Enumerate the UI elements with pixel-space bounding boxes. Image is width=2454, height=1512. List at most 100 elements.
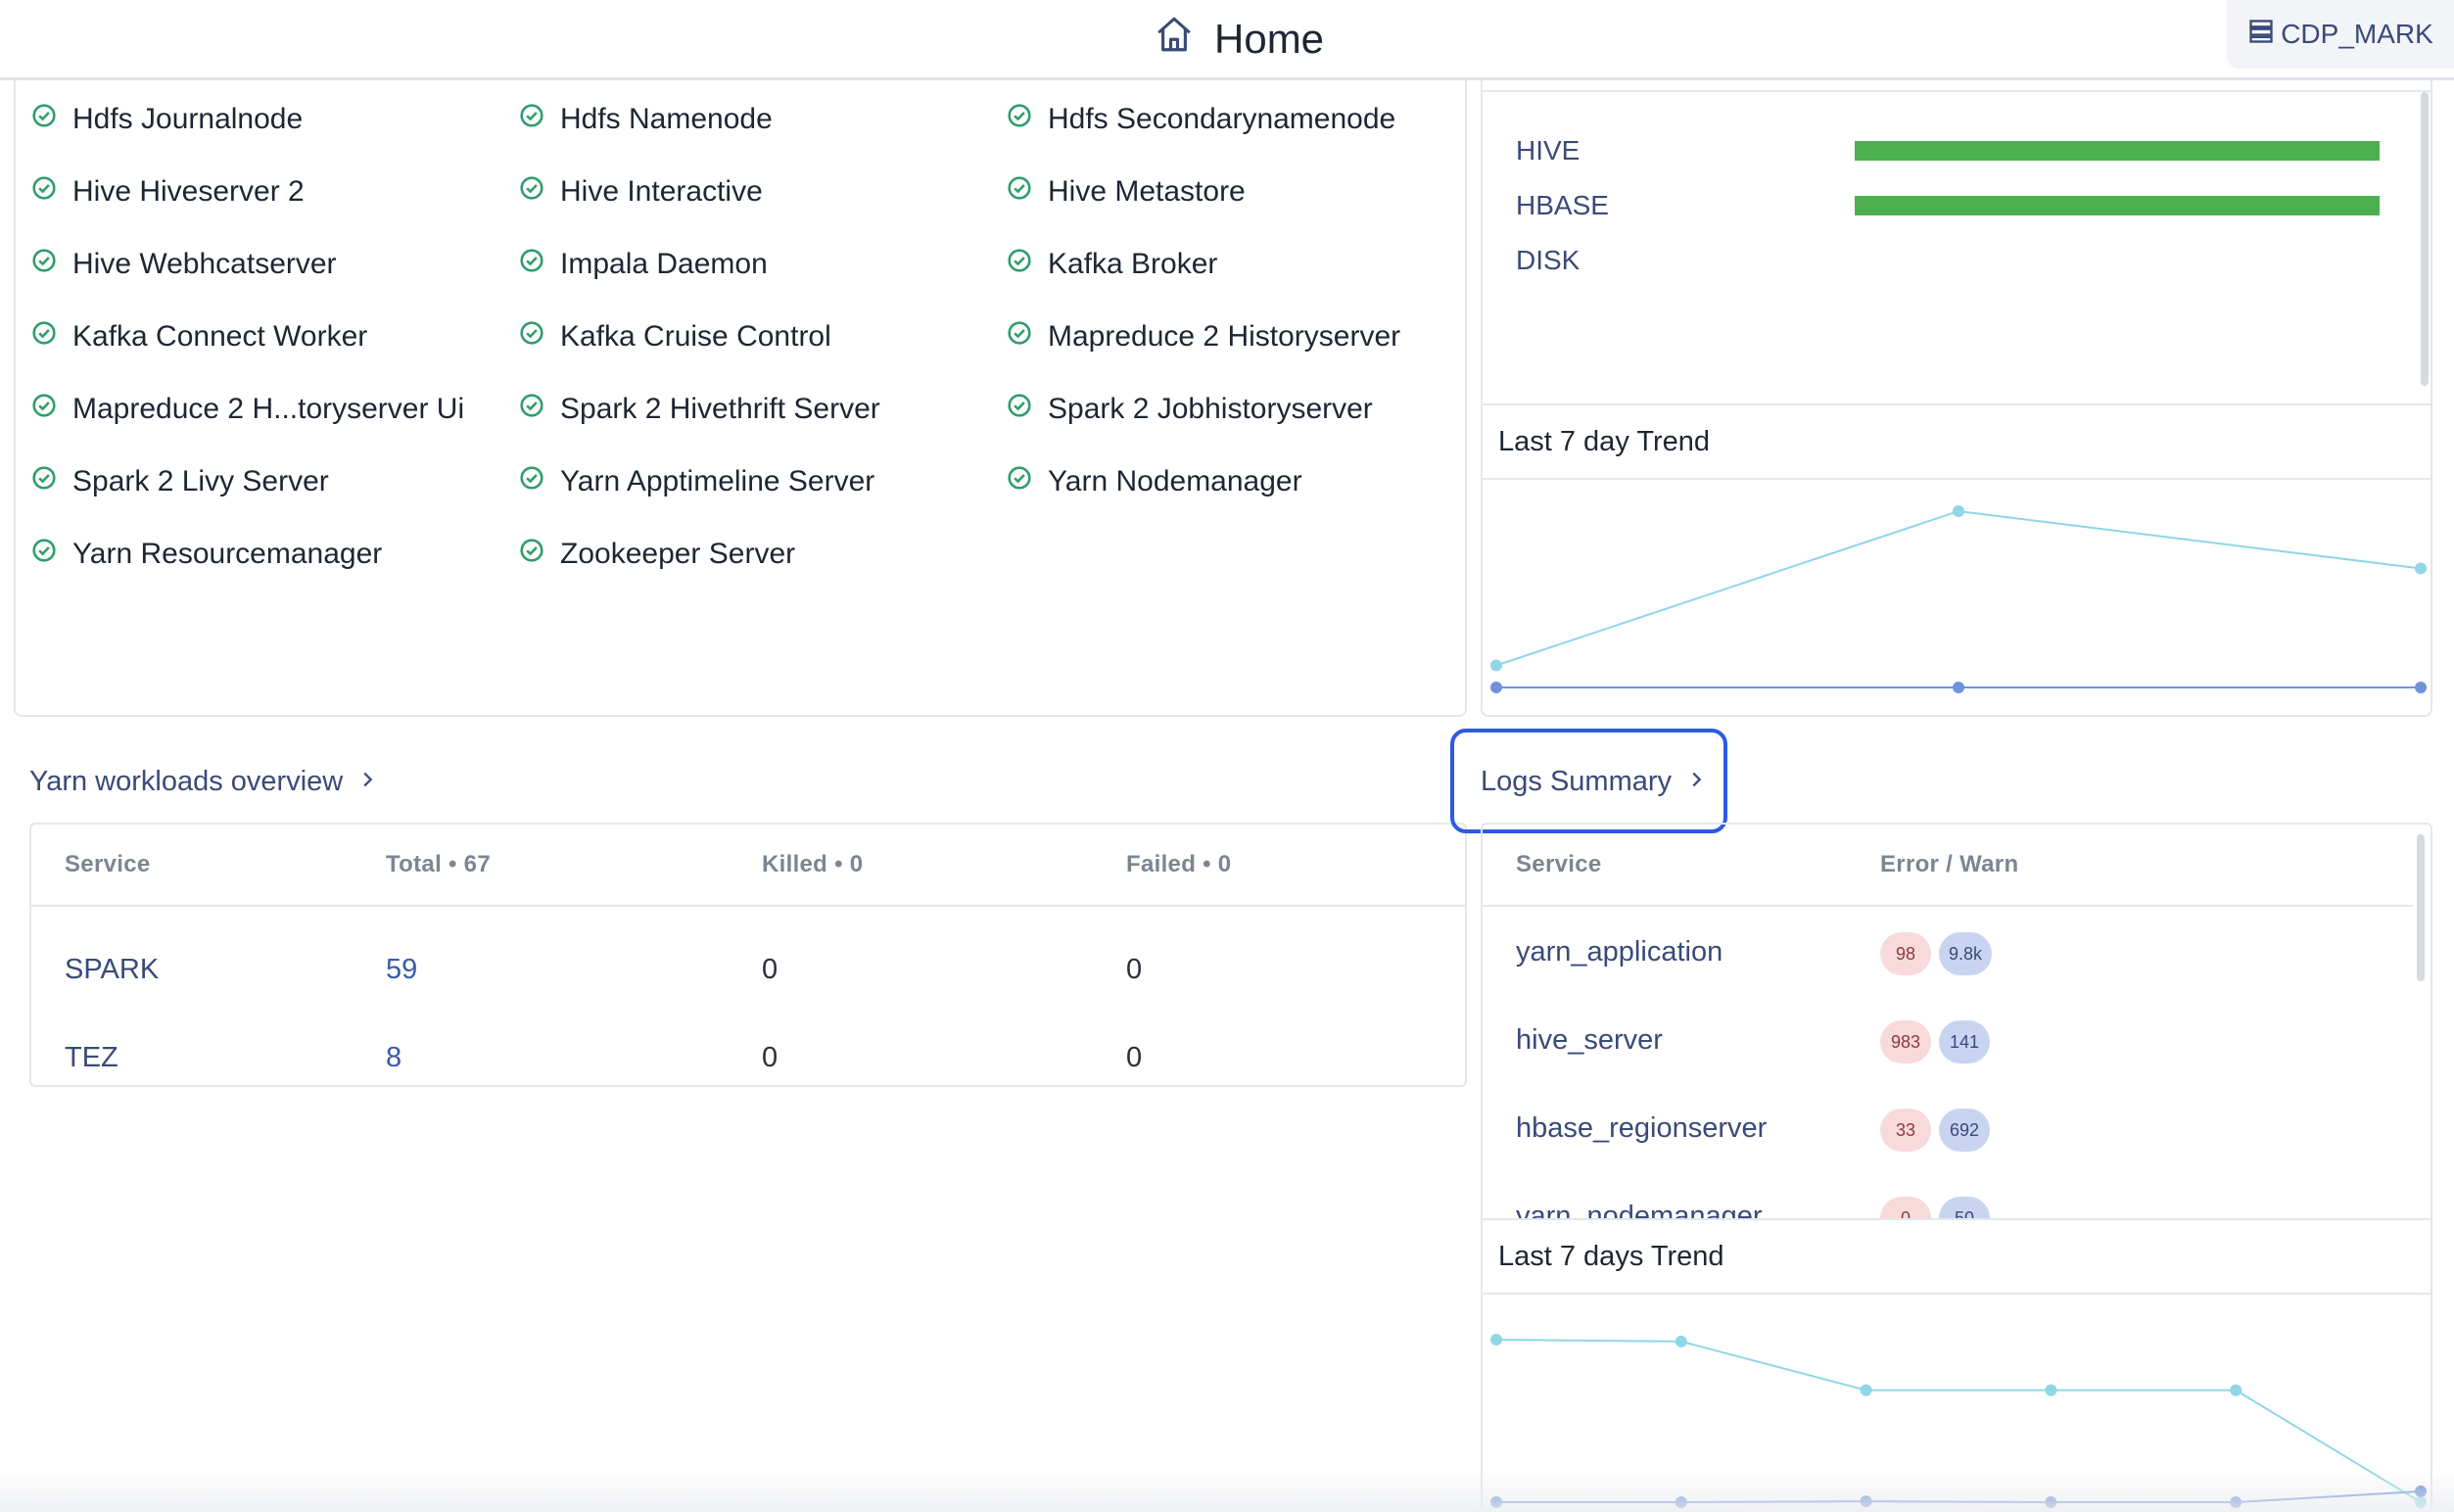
column-header: Total • 67: [386, 851, 491, 877]
service-name: Hdfs Secondarynamenode: [1048, 103, 1396, 135]
service-item[interactable]: Hive Metastore: [1007, 172, 1246, 212]
series-line: [1495, 509, 2422, 667]
data-point[interactable]: [2415, 682, 2427, 693]
warn-count-badge[interactable]: 9.8k: [1939, 932, 1993, 975]
page-title: Home: [1154, 14, 1324, 65]
total-link[interactable]: 8: [386, 1038, 401, 1077]
service-item[interactable]: Hdfs Namenode: [519, 100, 773, 139]
check-circle-icon: [519, 103, 544, 136]
usage-label: HBASE: [1516, 190, 1609, 220]
log-service-link[interactable]: hive_server: [1516, 1020, 1663, 1060]
service-name: Spark 2 Livy Server: [72, 465, 329, 497]
usage-bar: [1855, 141, 2380, 161]
service-name: Hive Webhcatserver: [72, 248, 337, 280]
data-point[interactable]: [1490, 1334, 1502, 1346]
usage-row-hbase: HBASE: [1516, 186, 2380, 225]
error-count-badge[interactable]: 0: [1880, 1197, 1931, 1220]
service-name: Yarn Apptimeline Server: [560, 465, 875, 497]
service-item[interactable]: Hive Hiveserver 2: [31, 172, 305, 212]
service-item[interactable]: Mapreduce 2 H...toryserver Ui: [31, 390, 464, 429]
warn-count-badge[interactable]: 50: [1939, 1197, 1990, 1220]
log-counts: 98 9.8k: [1880, 932, 2000, 975]
check-circle-icon: [1007, 320, 1032, 354]
service-name: Impala Daemon: [560, 248, 768, 280]
service-item[interactable]: Spark 2 Jobhistoryserver: [1007, 390, 1373, 429]
warn-count-badge[interactable]: 692: [1939, 1109, 1990, 1152]
check-circle-icon: [519, 320, 544, 354]
column-header: Failed • 0: [1126, 851, 1232, 877]
service-name: Spark 2 Hivethrift Server: [560, 393, 880, 425]
service-name: Mapreduce 2 H...toryserver Ui: [72, 393, 465, 425]
check-circle-icon: [31, 320, 57, 354]
data-point[interactable]: [2045, 1384, 2057, 1396]
service-health-card: Hdfs Journalnode Hdfs Namenode Hdfs Second…: [14, 80, 1467, 717]
log-service-link[interactable]: hbase_regionserver: [1516, 1109, 1767, 1148]
data-point[interactable]: [1675, 1335, 1687, 1347]
service-item[interactable]: Yarn Resourcemanager: [31, 535, 382, 574]
cluster-selector-button[interactable]: CDP_MARK: [2227, 0, 2454, 69]
total-link[interactable]: 59: [386, 950, 417, 989]
logs-summary-link[interactable]: Logs Summary: [1481, 766, 1707, 798]
data-point[interactable]: [1490, 682, 1502, 693]
service-name: Hive Interactive: [560, 175, 763, 208]
service-item[interactable]: Kafka Cruise Control: [519, 317, 831, 356]
data-point[interactable]: [2415, 562, 2427, 575]
scrollbar[interactable]: [2417, 834, 2425, 981]
killed-cell: 0: [762, 1041, 779, 1073]
check-circle-icon: [1007, 248, 1032, 281]
log-counts: 0 50: [1880, 1197, 1998, 1220]
service-name: Zookeeper Server: [560, 538, 796, 570]
check-circle-icon: [31, 393, 57, 426]
resource-usage-card: HIVE HBASE DISK Last 7 day Trend: [1481, 80, 2432, 717]
data-point[interactable]: [1953, 505, 1964, 517]
service-name: Kafka Broker: [1048, 248, 1218, 280]
data-point[interactable]: [2230, 1384, 2242, 1396]
service-item[interactable]: Spark 2 Livy Server: [31, 462, 329, 501]
check-circle-icon: [1007, 103, 1032, 136]
service-name: Kafka Connect Worker: [72, 320, 368, 353]
service-item[interactable]: Hive Webhcatserver: [31, 245, 337, 284]
check-circle-icon: [31, 103, 57, 136]
usage-bar: [1855, 196, 2380, 215]
trend-title: Last 7 days Trend: [1483, 1218, 2430, 1295]
check-circle-icon: [31, 465, 57, 498]
error-count-badge[interactable]: 98: [1880, 932, 1931, 975]
column-header: Killed • 0: [762, 851, 864, 877]
chevron-right-icon: [1685, 766, 1707, 798]
usage-list: HIVE HBASE DISK: [1483, 90, 2430, 403]
logs-list: yarn_application 98 9.8k hive_server 983…: [1483, 907, 2413, 1220]
service-item[interactable]: Yarn Apptimeline Server: [519, 462, 874, 501]
service-item[interactable]: Hdfs Journalnode: [31, 100, 303, 139]
warn-count-badge[interactable]: 141: [1939, 1020, 1990, 1063]
data-point[interactable]: [1953, 682, 1964, 693]
error-count-badge[interactable]: 33: [1880, 1109, 1931, 1152]
service-item[interactable]: Spark 2 Hivethrift Server: [519, 390, 880, 429]
logs-summary-card: Service Error / Warn yarn_application 98…: [1481, 823, 2432, 1512]
page-title-text: Home: [1214, 16, 1325, 62]
server-icon: [2247, 18, 2275, 52]
service-item[interactable]: Impala Daemon: [519, 245, 768, 284]
service-item[interactable]: Kafka Broker: [1007, 245, 1217, 284]
service-item[interactable]: Hdfs Secondarynamenode: [1007, 100, 1395, 139]
check-circle-icon: [1007, 175, 1032, 209]
service-name: Hive Metastore: [1048, 175, 1246, 208]
yarn-workloads-link[interactable]: Yarn workloads overview: [29, 766, 378, 798]
home-icon: [1154, 14, 1195, 65]
data-point[interactable]: [1490, 659, 1502, 672]
service-item[interactable]: Kafka Connect Worker: [31, 317, 367, 356]
column-header: Error / Warn: [1880, 851, 2019, 877]
service-item[interactable]: Mapreduce 2 Historyserver: [1007, 317, 1400, 356]
service-name: Hive Hiveserver 2: [72, 175, 305, 208]
data-point[interactable]: [1860, 1384, 1872, 1396]
service-cell: SPARK: [65, 953, 160, 985]
log-service-link[interactable]: yarn_application: [1516, 932, 1723, 971]
log-service-link[interactable]: yarn_nodemanager: [1516, 1197, 1763, 1221]
service-item[interactable]: Yarn Nodemanager: [1007, 462, 1302, 501]
service-name: Spark 2 Jobhistoryserver: [1048, 393, 1373, 425]
killed-cell: 0: [762, 953, 779, 985]
service-item[interactable]: Zookeeper Server: [519, 535, 795, 574]
error-count-badge[interactable]: 983: [1880, 1020, 1931, 1063]
scrollbar[interactable]: [2421, 92, 2429, 386]
service-item[interactable]: Hive Interactive: [519, 172, 763, 212]
column-header: Service: [65, 851, 151, 877]
